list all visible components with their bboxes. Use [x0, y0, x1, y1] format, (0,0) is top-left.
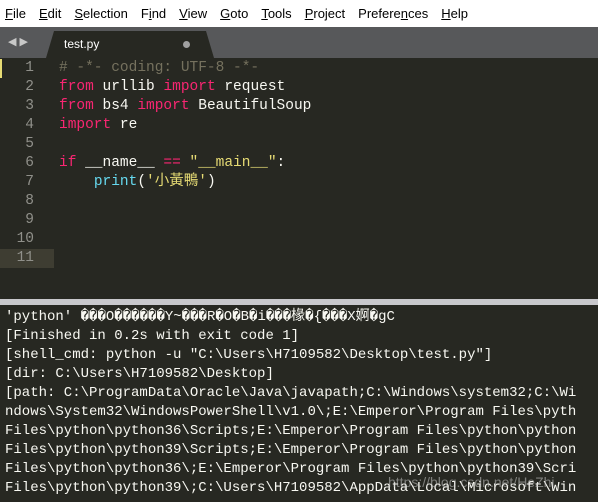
- token: bs4: [93, 98, 138, 114]
- line-number: 2: [25, 79, 34, 95]
- line-number: 7: [25, 174, 34, 190]
- token: :: [276, 155, 286, 171]
- code-line: 4 import re: [0, 116, 598, 135]
- line-number: 3: [25, 98, 34, 114]
- code-editor[interactable]: 1 # -*- coding: UTF-8 -*- 2 from urllib imp…: [0, 58, 598, 299]
- menu-find[interactable]: Find: [141, 6, 166, 21]
- line-number: 10: [16, 231, 34, 247]
- menu-tools[interactable]: Tools: [261, 6, 291, 21]
- token: import: [163, 79, 216, 95]
- tab-bar: ◀▶ test.py: [0, 27, 598, 58]
- output-line: [Finished in 0.2s with exit code 1]: [5, 328, 300, 344]
- token: ): [206, 174, 216, 190]
- token: import: [137, 98, 190, 114]
- token: if: [59, 155, 77, 171]
- line-number: 11: [16, 250, 34, 266]
- code-line: 9: [0, 211, 598, 230]
- token: request: [215, 79, 286, 95]
- token: __name__: [76, 155, 164, 171]
- line-number: 6: [25, 155, 34, 171]
- code-text: if __name__ == "__main__":: [59, 154, 285, 173]
- code-line: 10: [0, 230, 598, 249]
- line-number: 1: [25, 60, 34, 76]
- watermark: https://blog.csdn.net/HeZhi: [388, 474, 555, 490]
- code-line: 7 print('小黃鴨'): [0, 173, 598, 192]
- code-line: 6 if __name__ == "__main__":: [0, 154, 598, 173]
- tab-nav-arrows-icon[interactable]: ◀▶: [8, 35, 31, 48]
- token: ==: [163, 155, 181, 171]
- menu-edit[interactable]: Edit: [39, 6, 61, 21]
- code-line: 2 from urllib import request: [0, 78, 598, 97]
- token: from: [59, 79, 94, 95]
- output-line: Files\python\python39\Scripts;E:\Emperor…: [5, 442, 577, 458]
- menu-help[interactable]: Help: [441, 6, 468, 21]
- output-line: [shell_cmd: python -u "C:\Users\H7109582…: [5, 347, 493, 363]
- output-line: [path: C:\ProgramData\Oracle\Java\javapa…: [5, 385, 577, 401]
- token: '小黃鴨': [146, 174, 207, 190]
- code-text: # -*- coding: UTF-8 -*-: [59, 59, 259, 78]
- code-line: 11: [0, 249, 598, 268]
- code-text: from bs4 import BeautifulSoup: [59, 97, 311, 116]
- tab-label: test.py: [64, 37, 100, 51]
- menu-selection[interactable]: Selection: [74, 6, 127, 21]
- token: re: [111, 117, 138, 133]
- code-line: 8: [0, 192, 598, 211]
- modified-dot-icon[interactable]: [183, 41, 190, 48]
- output-line: [dir: C:\Users\H7109582\Desktop]: [5, 366, 274, 382]
- code-text: import re: [59, 116, 137, 135]
- token: print: [93, 174, 138, 190]
- output-line: Files\python\python36\Scripts;E:\Emperor…: [5, 423, 577, 439]
- token: "__main__": [189, 155, 277, 171]
- token: urllib: [93, 79, 164, 95]
- token: # -*- coding: UTF-8 -*-: [59, 60, 260, 76]
- menu-preferences[interactable]: Preferences: [358, 6, 428, 21]
- menu-file[interactable]: File: [5, 6, 26, 21]
- menu-view[interactable]: View: [179, 6, 207, 21]
- line-number: 5: [25, 136, 34, 152]
- menu-project[interactable]: Project: [305, 6, 345, 21]
- output-line: 'python' ���O������Y~���R�O�B�i���椽�{���…: [5, 309, 395, 325]
- token: import: [59, 117, 112, 133]
- code-text: from urllib import request: [59, 78, 285, 97]
- line-number: 8: [25, 193, 34, 209]
- token: BeautifulSoup: [189, 98, 312, 114]
- token: (: [137, 174, 147, 190]
- token: from: [59, 98, 94, 114]
- code-text: print('小黃鴨'): [59, 173, 216, 192]
- menu-bar: File Edit Selection Find View Goto Tools Projec…: [0, 0, 598, 27]
- output-line: ndows\System32\WindowsPowerShell\v1.0\;E…: [5, 404, 577, 420]
- code-line: 5: [0, 135, 598, 154]
- tab-test-py[interactable]: test.py: [46, 31, 214, 58]
- line-number: 9: [25, 212, 34, 228]
- line-number: 4: [25, 117, 34, 133]
- menu-goto[interactable]: Goto: [220, 6, 248, 21]
- code-line: 3 from bs4 import BeautifulSoup: [0, 97, 598, 116]
- code-line: 1 # -*- coding: UTF-8 -*-: [0, 59, 598, 78]
- build-output-panel[interactable]: 'python' ���O������Y~���R�O�B�i���椽�{���…: [0, 305, 598, 502]
